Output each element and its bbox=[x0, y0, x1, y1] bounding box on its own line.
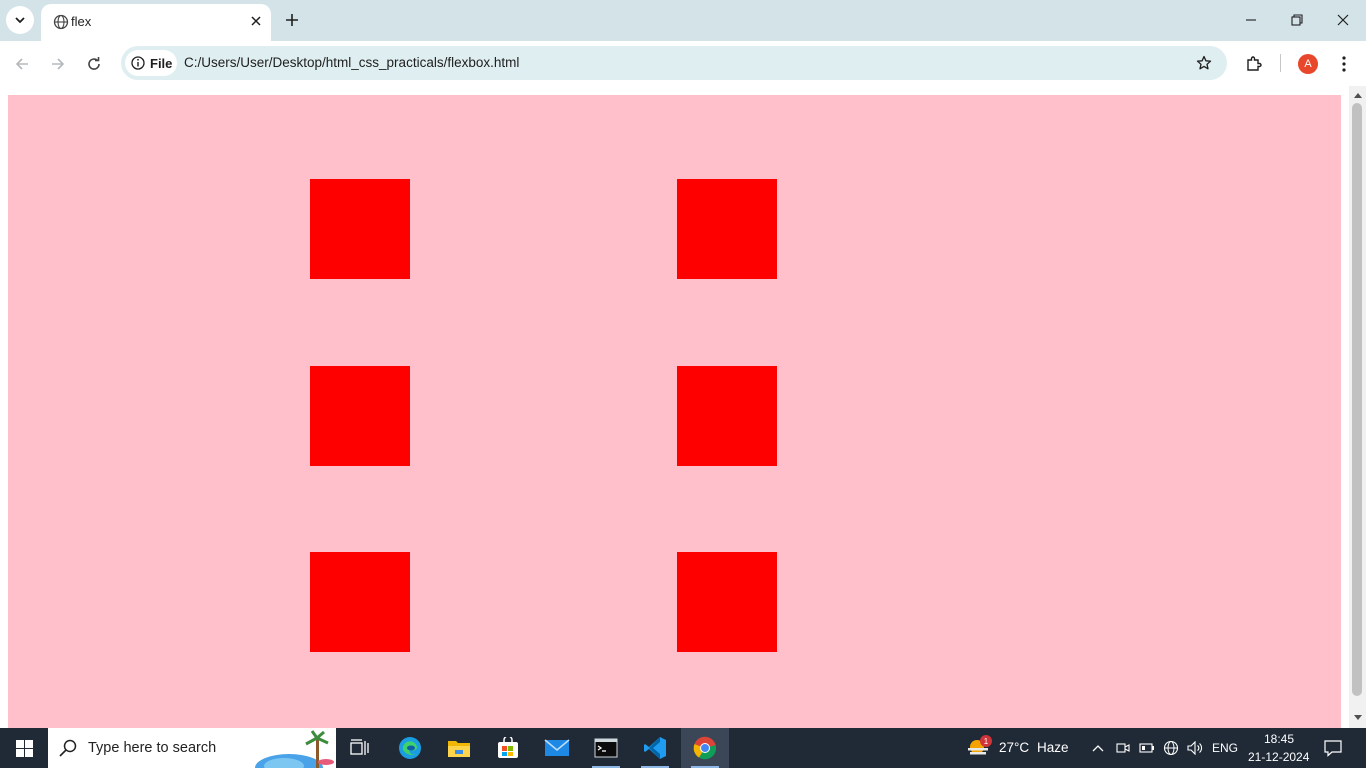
chrome-icon bbox=[693, 736, 717, 760]
taskbar-app-chrome[interactable] bbox=[681, 728, 729, 768]
flex-item-5 bbox=[310, 552, 410, 652]
tab-close-button[interactable] bbox=[247, 12, 265, 30]
menu-button[interactable] bbox=[1330, 50, 1358, 78]
task-view-button[interactable] bbox=[336, 728, 384, 768]
start-button[interactable] bbox=[0, 728, 48, 768]
speaker-icon bbox=[1187, 741, 1202, 755]
restore-icon bbox=[1291, 14, 1303, 26]
triangle-down-icon bbox=[1353, 715, 1362, 720]
puzzle-icon bbox=[1247, 56, 1262, 71]
weather-condition[interactable]: Haze bbox=[1037, 740, 1069, 755]
flex-item-3 bbox=[310, 366, 410, 466]
taskbar-app-edge[interactable] bbox=[386, 728, 434, 768]
browser-toolbar: File C:/Users/User/Desktop/html_css_prac… bbox=[0, 41, 1366, 86]
minimize-button[interactable] bbox=[1228, 6, 1274, 34]
taskbar-app-file-explorer[interactable] bbox=[435, 728, 483, 768]
input-language[interactable]: ENG bbox=[1212, 741, 1238, 755]
tray-meet-now[interactable] bbox=[1113, 738, 1133, 758]
battery-icon bbox=[1139, 743, 1154, 753]
minimize-icon bbox=[1246, 19, 1256, 21]
scroll-down-button[interactable] bbox=[1349, 711, 1366, 725]
mail-icon bbox=[544, 739, 570, 756]
info-icon bbox=[131, 56, 145, 70]
vertical-scrollbar[interactable] bbox=[1349, 86, 1366, 728]
globe-icon bbox=[53, 14, 69, 30]
notification-icon bbox=[1324, 740, 1342, 757]
store-icon bbox=[498, 737, 518, 758]
restore-button[interactable] bbox=[1274, 6, 1320, 34]
reload-icon bbox=[88, 57, 100, 70]
address-bar[interactable]: File C:/Users/User/Desktop/html_css_prac… bbox=[121, 46, 1227, 80]
flex-item-6 bbox=[677, 552, 777, 652]
tray-volume[interactable] bbox=[1185, 738, 1205, 758]
weather-badge: 1 bbox=[980, 735, 992, 747]
flex-container bbox=[8, 95, 1341, 728]
bookmark-button[interactable] bbox=[1193, 52, 1215, 74]
extensions-button[interactable] bbox=[1240, 50, 1268, 78]
terminal-icon bbox=[594, 738, 618, 758]
site-chip-label: File bbox=[150, 55, 173, 71]
tab-flex[interactable]: flex bbox=[41, 4, 271, 41]
profile-button[interactable]: A bbox=[1294, 50, 1322, 78]
tray-battery[interactable] bbox=[1137, 738, 1157, 758]
search-icon bbox=[59, 739, 77, 757]
browser-tab-strip: flex bbox=[0, 0, 1366, 41]
close-icon bbox=[251, 16, 261, 26]
close-window-button[interactable] bbox=[1320, 6, 1366, 34]
toolbar-separator bbox=[1280, 54, 1281, 72]
triangle-up-icon bbox=[1353, 93, 1362, 98]
page-viewport bbox=[0, 86, 1366, 728]
tab-search-button[interactable] bbox=[6, 6, 34, 34]
chevron-down-icon bbox=[15, 17, 25, 24]
new-tab-button[interactable] bbox=[281, 9, 303, 31]
avatar: A bbox=[1298, 54, 1318, 74]
tray-network[interactable] bbox=[1161, 738, 1181, 758]
taskbar-app-terminal[interactable] bbox=[582, 728, 630, 768]
site-info-chip[interactable]: File bbox=[125, 50, 177, 76]
tab-title: flex bbox=[71, 14, 92, 29]
url-text[interactable]: C:/Users/User/Desktop/html_css_practical… bbox=[184, 55, 519, 70]
windows-taskbar: Type here to search 1 27°C Haze ENG 18:4… bbox=[0, 728, 1366, 768]
taskbar-search-box[interactable]: Type here to search bbox=[48, 728, 336, 768]
vscode-icon bbox=[644, 737, 666, 759]
star-icon bbox=[1196, 55, 1212, 70]
flex-item-2 bbox=[677, 179, 777, 279]
windows-logo-icon bbox=[15, 739, 33, 757]
arrow-left-icon bbox=[15, 58, 28, 70]
task-view-icon bbox=[350, 739, 369, 755]
search-placeholder: Type here to search bbox=[88, 740, 217, 756]
action-center-button[interactable] bbox=[1323, 738, 1343, 758]
forward-button[interactable] bbox=[44, 50, 72, 78]
edge-icon bbox=[399, 737, 421, 759]
reload-button[interactable] bbox=[80, 50, 108, 78]
plus-icon bbox=[286, 14, 298, 26]
scroll-thumb[interactable] bbox=[1352, 103, 1362, 696]
clock-time[interactable]: 18:45 bbox=[1264, 732, 1294, 746]
weather-temperature[interactable]: 27°C bbox=[999, 740, 1029, 755]
taskbar-app-vscode[interactable] bbox=[631, 728, 679, 768]
back-button[interactable] bbox=[8, 50, 36, 78]
scroll-up-button[interactable] bbox=[1349, 88, 1366, 102]
chevron-up-icon bbox=[1092, 745, 1104, 752]
globe-icon bbox=[1163, 740, 1179, 756]
arrow-right-icon bbox=[52, 58, 65, 70]
kebab-menu-icon bbox=[1342, 56, 1346, 72]
flex-item-1 bbox=[310, 179, 410, 279]
camera-icon bbox=[1116, 743, 1130, 753]
close-icon bbox=[1337, 14, 1349, 26]
folder-icon bbox=[448, 741, 470, 757]
show-hidden-icons-button[interactable] bbox=[1088, 738, 1108, 758]
beach-illustration-icon bbox=[255, 730, 334, 768]
taskbar-app-mail[interactable] bbox=[533, 728, 581, 768]
flex-item-4 bbox=[677, 366, 777, 466]
taskbar-app-store[interactable] bbox=[484, 728, 532, 768]
clock-date[interactable]: 21-12-2024 bbox=[1248, 750, 1309, 764]
